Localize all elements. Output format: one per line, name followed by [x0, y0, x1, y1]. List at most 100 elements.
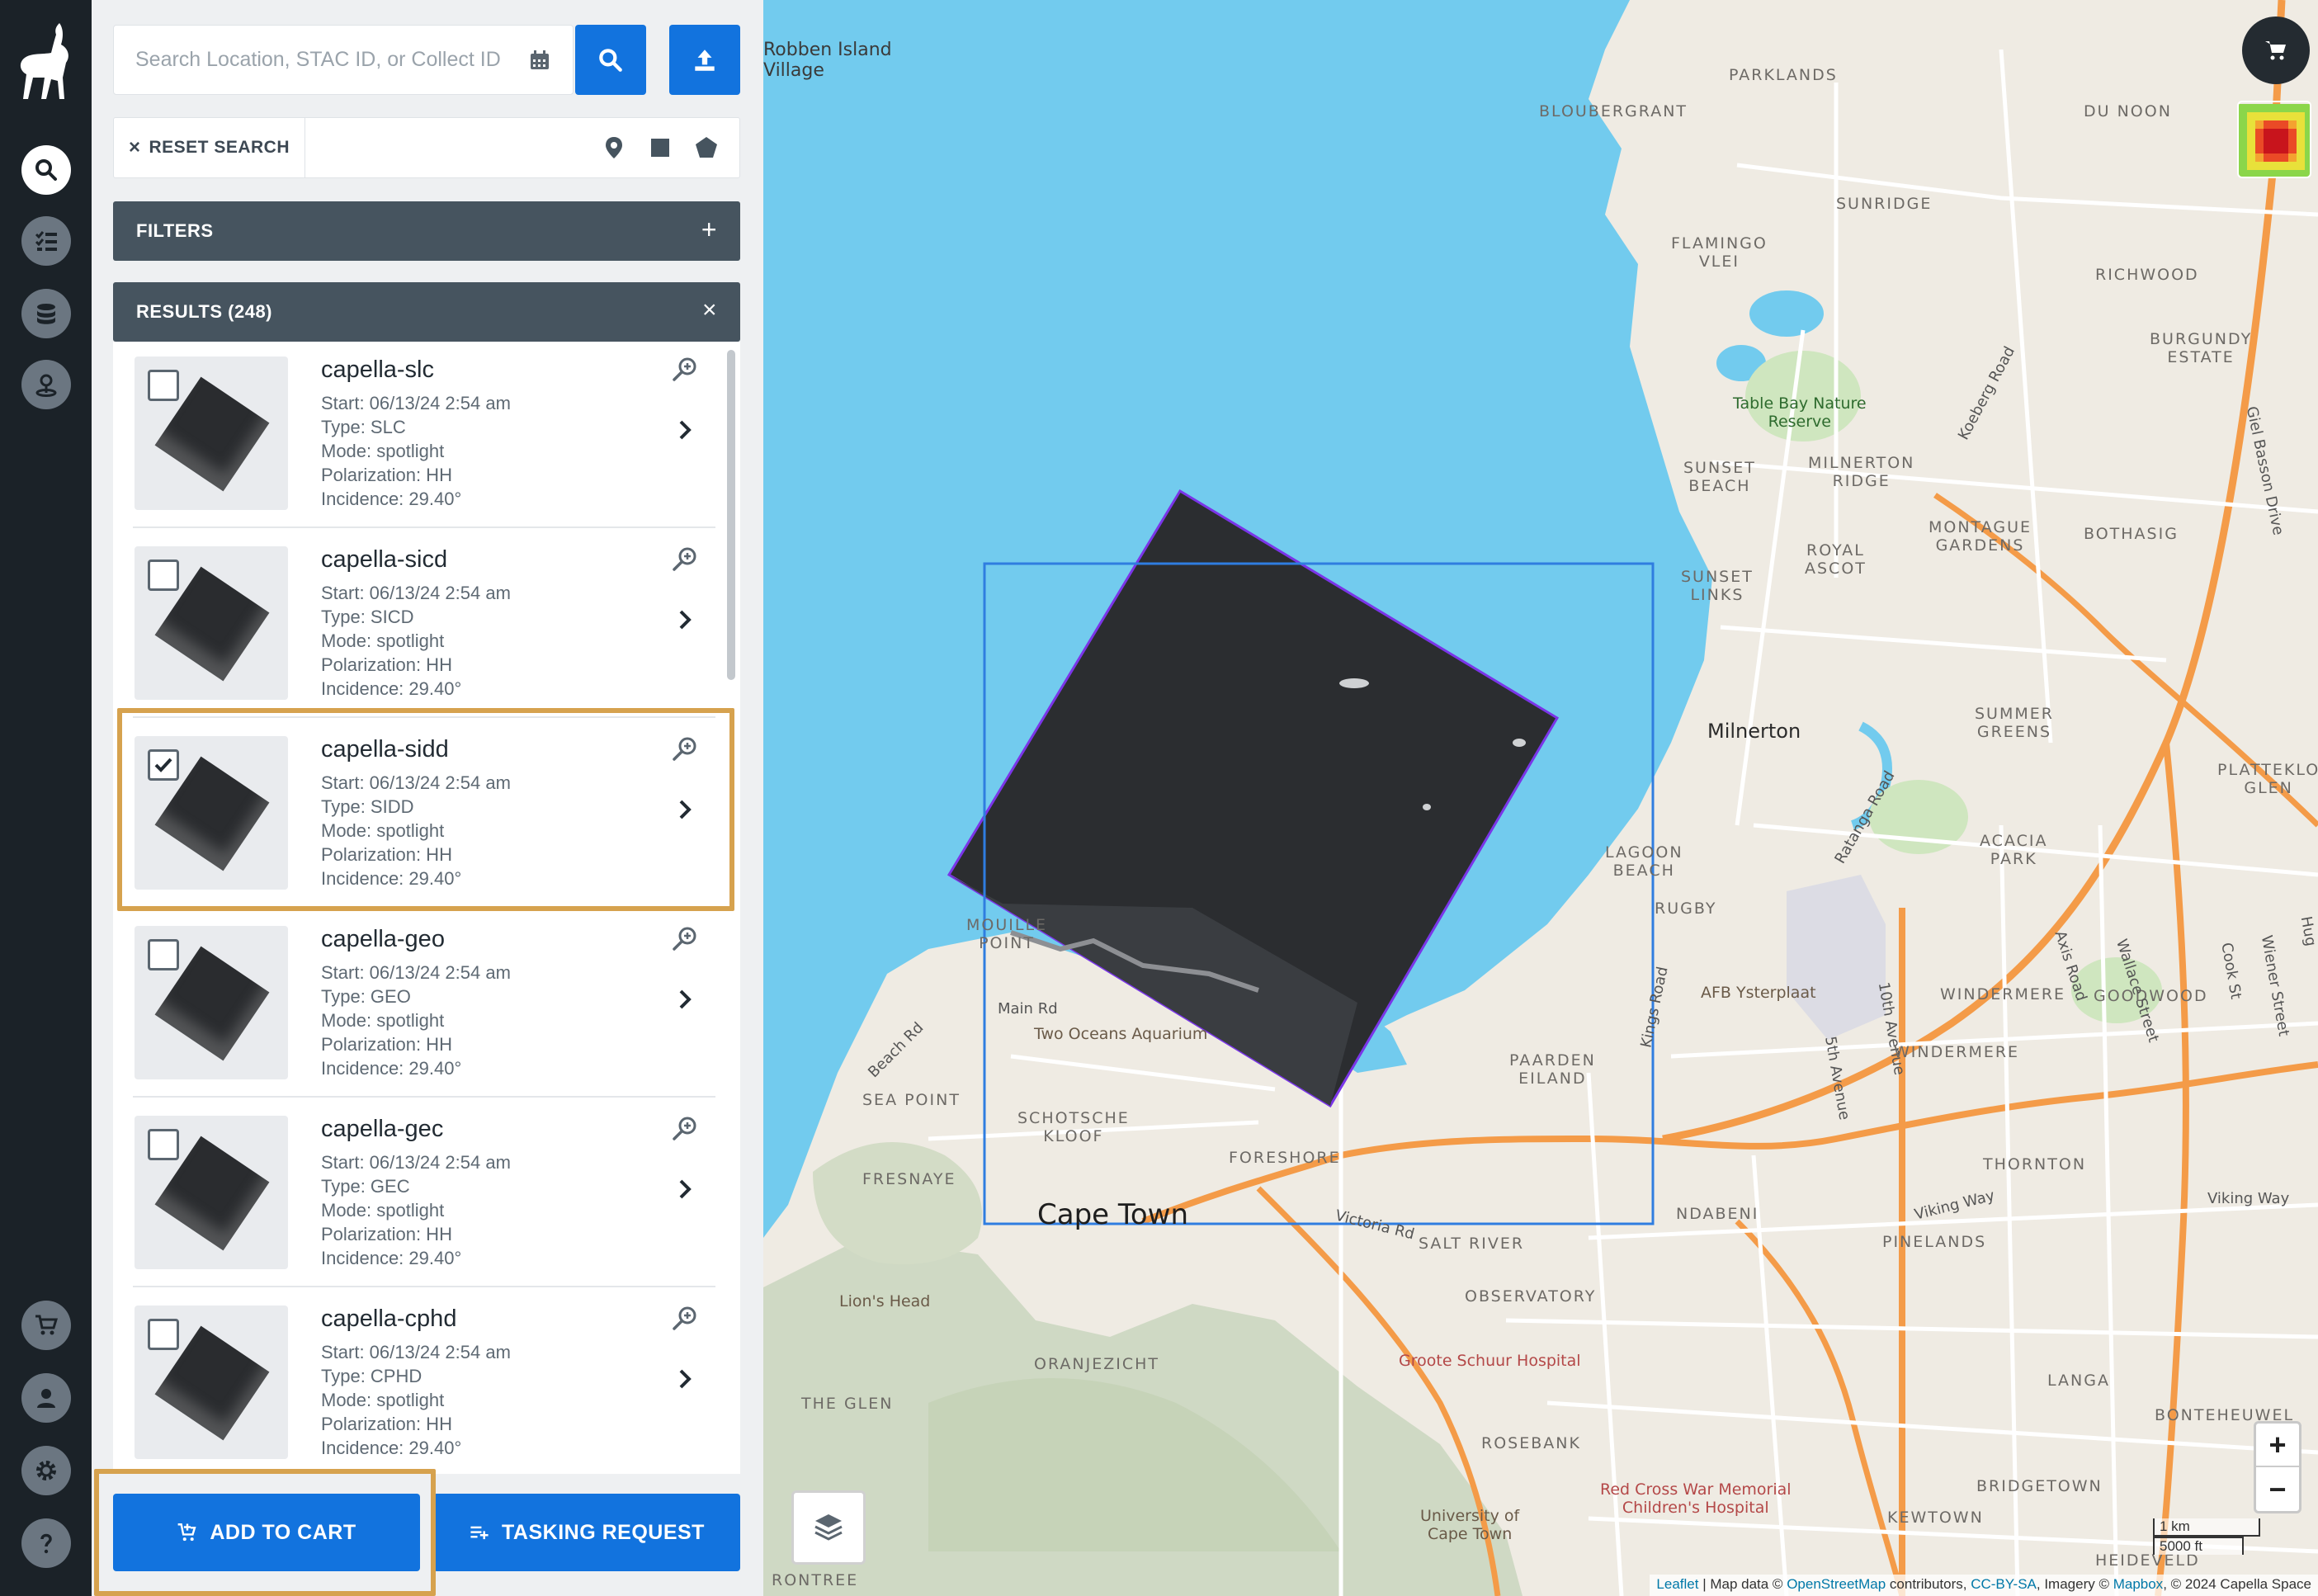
leaflet-link[interactable]: Leaflet [1656, 1576, 1698, 1592]
map-label: THORNTON [1983, 1155, 2087, 1173]
search-nav-button[interactable] [21, 145, 71, 195]
map-label: LAGOON BEACH [1605, 843, 1683, 880]
attribution-text: contributors, [1886, 1576, 1971, 1592]
settings-nav-button[interactable] [21, 1446, 71, 1495]
cart-nav-button[interactable] [21, 1301, 71, 1350]
cart-button[interactable] [2242, 17, 2310, 84]
account-nav-button[interactable] [21, 1373, 71, 1423]
result-checkbox[interactable] [148, 1129, 179, 1160]
zoom-to-icon[interactable] [671, 734, 699, 763]
chevron-right-icon[interactable] [673, 418, 697, 442]
map-label: RUGBY [1655, 900, 1717, 918]
map-label: WINDERMERE [1894, 1043, 2020, 1061]
upload-icon [695, 49, 715, 71]
search-icon [35, 159, 57, 181]
result-checkbox[interactable] [148, 749, 179, 781]
chevron-right-icon[interactable] [673, 987, 697, 1012]
zoom-to-icon[interactable] [671, 1114, 699, 1142]
result-start: Start: 06/13/24 2:54 am [321, 1152, 511, 1173]
point-draw-icon[interactable] [601, 135, 627, 161]
map-label: AFB Ysterplaat [1701, 984, 1816, 1002]
result-item[interactable]: capella-cphd Start: 06/13/24 2:54 am Type:… [113, 1287, 715, 1474]
result-item[interactable]: capella-sicd Start: 06/13/24 2:54 am Type:… [113, 528, 715, 718]
help-nav-button[interactable] [21, 1518, 71, 1568]
result-checkbox[interactable] [148, 1319, 179, 1350]
result-name: capella-geo [321, 926, 445, 952]
result-mode: Mode: spotlight [321, 820, 445, 841]
add-to-cart-button[interactable]: ADD TO CART [113, 1494, 420, 1571]
task-add-icon [470, 1526, 489, 1540]
mapbox-link[interactable]: Mapbox [2113, 1576, 2163, 1592]
zoom-to-icon[interactable] [671, 924, 699, 952]
map-label: BLOUBERGRANT [1539, 102, 1688, 120]
zoom-to-icon[interactable] [671, 545, 699, 573]
map-view[interactable]: Robben Island Village PARKLANDS BLOUBERG… [763, 0, 2318, 1596]
chevron-right-icon[interactable] [673, 607, 697, 632]
result-checkbox[interactable] [148, 560, 179, 591]
result-polarization: Polarization: HH [321, 1224, 452, 1244]
layers-button[interactable] [791, 1490, 866, 1565]
map-label: SALT RIVER [1419, 1235, 1525, 1253]
location-nav-button[interactable] [21, 360, 71, 409]
result-type: Type: GEC [321, 1176, 410, 1197]
chevron-right-icon[interactable] [673, 797, 697, 822]
result-name: capella-slc [321, 357, 434, 383]
result-name: capella-sicd [321, 546, 448, 573]
zoom-in-button[interactable]: + [2256, 1424, 2299, 1467]
chevron-right-icon[interactable] [673, 1177, 697, 1202]
rectangle-draw-icon[interactable] [647, 135, 673, 161]
result-polarization: Polarization: HH [321, 465, 452, 485]
close-icon[interactable]: × [702, 297, 717, 323]
result-item[interactable]: capella-geo Start: 06/13/24 2:54 am Type: … [113, 908, 715, 1098]
task-list-nav-button[interactable] [21, 216, 71, 266]
search-box [113, 25, 574, 95]
map-label: ACACIA PARK [1980, 832, 2048, 868]
map-label: BURGUNDY ESTATE [2150, 330, 2253, 366]
filters-label: FILTERS [136, 220, 214, 241]
map-label: SUNSET LINKS [1681, 568, 1754, 604]
result-start: Start: 06/13/24 2:54 am [321, 1342, 511, 1362]
heatmap-layer-thumbnail[interactable] [2237, 101, 2311, 178]
result-item[interactable]: capella-gec Start: 06/13/24 2:54 am Type: … [113, 1098, 715, 1287]
reset-search-button[interactable]: × RESET SEARCH [114, 118, 305, 177]
checkmark-icon [154, 758, 172, 772]
filters-bar[interactable]: FILTERS + [113, 201, 740, 261]
scale-ft: 5000 ft [2153, 1537, 2244, 1555]
layers-icon [814, 1514, 843, 1541]
result-item[interactable]: capella-sidd Start: 06/13/24 2:54 am Type:… [113, 718, 715, 908]
result-incidence: Incidence: 29.40° [321, 489, 462, 509]
ccbysa-link[interactable]: CC-BY-SA [1971, 1576, 2037, 1592]
zoom-out-button[interactable]: − [2256, 1467, 2299, 1511]
map-label: Milnerton [1707, 720, 1801, 743]
database-icon [37, 304, 55, 324]
search-input[interactable] [114, 26, 510, 94]
osm-link[interactable]: OpenStreetMap [1787, 1576, 1886, 1592]
polygon-draw-icon[interactable] [693, 135, 720, 161]
map-label: RONTREE [772, 1571, 859, 1589]
result-checkbox[interactable] [148, 939, 179, 970]
map-label: Lion's Head [839, 1292, 931, 1310]
tasking-request-button[interactable]: TASKING REQUEST [433, 1494, 740, 1571]
map-label: PLATTEKLO GLEN [2217, 761, 2318, 797]
capella-logo-icon[interactable] [13, 20, 78, 102]
search-button[interactable] [575, 25, 646, 95]
result-checkbox[interactable] [148, 370, 179, 401]
map-label: PARKLANDS [1729, 66, 1838, 84]
map-label: Viking Way [2207, 1190, 2290, 1207]
results-list[interactable]: capella-slc Start: 06/13/24 2:54 am Type: … [113, 342, 740, 1474]
result-item[interactable]: capella-slc Start: 06/13/24 2:54 am Type: … [113, 342, 715, 528]
plus-icon[interactable]: + [701, 216, 717, 243]
calendar-icon[interactable] [528, 49, 551, 72]
map-label: FORESHORE [1229, 1149, 1341, 1167]
database-nav-button[interactable] [21, 289, 71, 338]
cart-icon [2265, 41, 2286, 60]
map-label: LANGA [2047, 1372, 2110, 1390]
result-polarization: Polarization: HH [321, 1034, 452, 1055]
zoom-to-icon[interactable] [671, 1304, 699, 1332]
cart-plus-icon [177, 1523, 196, 1542]
result-name: capella-cphd [321, 1306, 457, 1332]
upload-button[interactable] [669, 25, 740, 95]
results-scrollbar[interactable] [727, 350, 735, 680]
zoom-to-icon[interactable] [671, 355, 699, 383]
chevron-right-icon[interactable] [673, 1367, 697, 1391]
